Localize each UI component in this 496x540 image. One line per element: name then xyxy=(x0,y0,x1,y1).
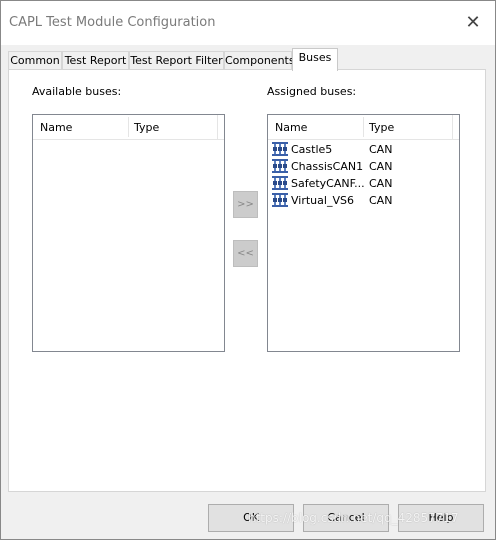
available-list-header: Name Type xyxy=(33,115,224,140)
bus-network-icon xyxy=(272,159,288,173)
list-item-safetycanf[interactable]: SafetyCANF... CAN xyxy=(272,175,452,192)
list-item-castle5[interactable]: Castle5 CAN xyxy=(272,141,452,158)
available-buses-label: Available buses: xyxy=(32,85,122,98)
remove-bus-button[interactable]: << xyxy=(233,240,258,267)
assigned-buses-list[interactable]: Name Type Castle5 CAN ChassisCAN1 CAN Sa… xyxy=(267,114,460,352)
title-bar: CAPL Test Module Configuration ✕ xyxy=(1,1,495,45)
close-icon[interactable]: ✕ xyxy=(461,11,485,35)
header-filler xyxy=(452,115,459,139)
column-header-type[interactable]: Type xyxy=(134,121,159,134)
bus-network-icon xyxy=(272,142,288,156)
bus-type: CAN xyxy=(369,177,393,190)
header-filler xyxy=(217,115,224,139)
assigned-list-header: Name Type xyxy=(268,115,459,140)
help-button[interactable]: Help xyxy=(398,504,484,532)
tab-buses[interactable]: Buses xyxy=(292,48,338,71)
bus-type: CAN xyxy=(369,143,393,156)
column-header-name[interactable]: Name xyxy=(275,121,307,134)
column-header-type[interactable]: Type xyxy=(369,121,394,134)
bus-network-icon xyxy=(272,193,288,207)
tab-components[interactable]: Components xyxy=(224,51,295,70)
list-item-virtual-vs6[interactable]: Virtual_VS6 CAN xyxy=(272,192,452,209)
list-item-chassiscan1[interactable]: ChassisCAN1 CAN xyxy=(272,158,452,175)
buses-panel: Available buses: Assigned buses: Name Ty… xyxy=(8,69,486,492)
tab-test-report[interactable]: Test Report xyxy=(62,51,129,70)
tab-common[interactable]: Common xyxy=(8,51,62,70)
tab-test-report-filter[interactable]: Test Report Filter xyxy=(129,51,224,70)
dialog-window: CAPL Test Module Configuration ✕ Common … xyxy=(0,0,496,540)
assigned-buses-label: Assigned buses: xyxy=(267,85,357,98)
bus-name: Virtual_VS6 xyxy=(291,194,354,207)
available-buses-list[interactable]: Name Type xyxy=(32,114,225,352)
bus-name: ChassisCAN1 xyxy=(291,160,364,173)
bus-type: CAN xyxy=(369,194,393,207)
window-title: CAPL Test Module Configuration xyxy=(9,15,216,30)
cancel-button[interactable]: Cancel xyxy=(303,504,389,532)
bus-name: SafetyCANF... xyxy=(291,177,365,190)
bus-name: Castle5 xyxy=(291,143,333,156)
column-divider[interactable] xyxy=(128,117,129,137)
column-header-name[interactable]: Name xyxy=(40,121,72,134)
ok-button[interactable]: OK xyxy=(208,504,294,532)
bus-network-icon xyxy=(272,176,288,190)
bus-type: CAN xyxy=(369,160,393,173)
column-divider[interactable] xyxy=(363,117,364,137)
add-bus-button[interactable]: >> xyxy=(233,191,258,218)
